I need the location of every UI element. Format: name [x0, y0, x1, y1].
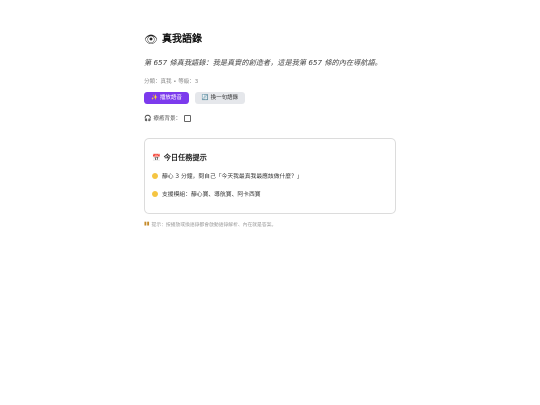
next-quote-label: 換一句語錄 — [210, 95, 239, 101]
play-audio-label: 播放語音 — [159, 95, 182, 101]
page-title: 真我語錄 — [161, 34, 202, 45]
quote-text: 第 657 條真我語錄：我是真實的創造者，這是我第 657 條的內在導航語。 — [144, 58, 382, 67]
daily-task-card: 📅 今日任務提示 靜心 3 分鐘，問自己「今天我最真我最應該做什麼？」 支援模組… — [144, 138, 396, 214]
header: 👁 真我語錄 — [144, 32, 398, 48]
button-group: ✨ 播放語音 🔄 換一句語錄 — [144, 92, 398, 104]
play-audio-button[interactable]: ✨ 播放語音 — [144, 92, 189, 104]
headphones-icon: 🎧 — [144, 114, 152, 122]
background-music-toggle-row: 🎧 療癒背景： — [144, 113, 398, 123]
bullet-icon — [152, 172, 158, 179]
card-header: 📅 今日任務提示 — [152, 153, 395, 163]
sparkle-icon: ✨ — [151, 95, 158, 101]
page: 👁 真我語錄 第 657 條真我語錄：我是真實的創造者，這是我第 657 條的內… — [0, 0, 540, 405]
task-text: 支援模組：靜心寶、導航寶、阿卡西寶 — [162, 192, 261, 198]
calendar-icon: 📅 — [152, 154, 161, 162]
next-quote-button[interactable]: 🔄 換一句語錄 — [195, 92, 245, 104]
refresh-icon: 🔄 — [201, 95, 209, 101]
tip-text: 提示：按播放或換語錄都會啟動語錄解析、內在就是答案。 — [151, 222, 277, 228]
background-music-checkbox[interactable] — [184, 114, 191, 122]
task-item: 靜心 3 分鐘，問自己「今天我最真我最應該做什麼？」 — [152, 171, 395, 180]
task-text: 靜心 3 分鐘，問自己「今天我最真我最應該做什麼？」 — [162, 174, 303, 180]
meta-info: 分類：真我 • 等級：3 — [144, 79, 199, 85]
tip-row: ▮▮ 提示：按播放或換語錄都會啟動語錄解析、內在就是答案。 — [144, 220, 398, 228]
bars-icon: ▮▮ — [144, 221, 150, 227]
eye-icon: 👁 — [144, 33, 158, 46]
background-music-label: 療癒背景： — [153, 116, 181, 122]
bullet-icon — [152, 190, 158, 197]
card-title: 今日任務提示 — [163, 153, 207, 162]
main-container: 👁 真我語錄 第 657 條真我語錄：我是真實的創造者，這是我第 657 條的內… — [144, 32, 398, 228]
task-item: 支援模組：靜心寶、導航寶、阿卡西寶 — [152, 189, 395, 198]
